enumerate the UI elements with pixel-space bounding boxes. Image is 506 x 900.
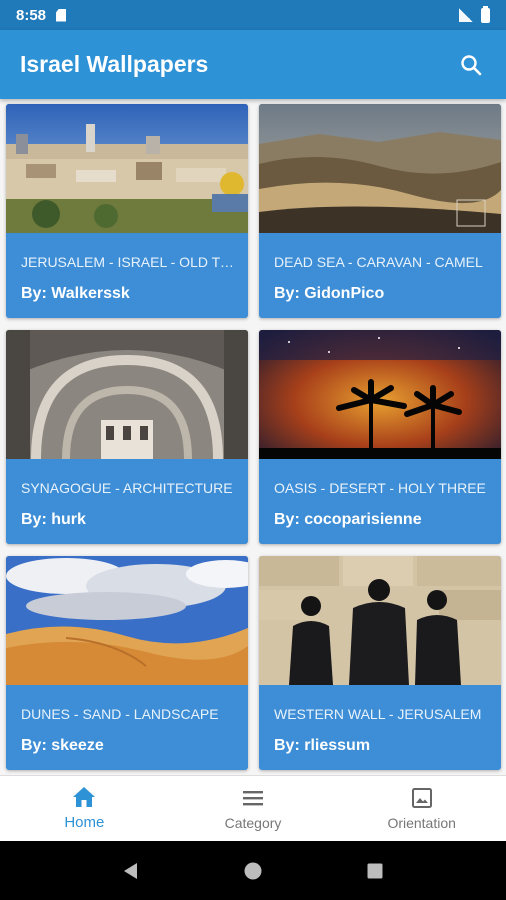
nav-item-orientation[interactable]: Orientation <box>337 776 506 841</box>
screen: 8:58 Israel Wallpapers JERUSALEM - ISRAE… <box>0 0 506 900</box>
card-author: By: skeeze <box>21 737 104 754</box>
wallpaper-grid[interactable]: JERUSALEM - ISRAEL - OLD TOWN By: Walker… <box>0 99 506 775</box>
card-author: By: Walkerssk <box>21 285 130 302</box>
wallpaper-image-dunes[interactable] <box>6 556 248 685</box>
card-author: By: hurk <box>21 511 86 528</box>
card-title: DEAD SEA - CARAVAN - CAMEL <box>274 254 483 270</box>
card-title: SYNAGOGUE - ARCHITECTURE <box>21 480 233 496</box>
nav-label: Category <box>224 814 282 831</box>
wallpaper-image-synagogue[interactable] <box>6 330 248 459</box>
wallpaper-image-dead-sea[interactable] <box>259 104 501 233</box>
home-icon <box>73 787 96 807</box>
nav-item-home[interactable]: Home <box>0 776 169 841</box>
card-title: WESTERN WALL - JERUSALEM <box>274 706 482 722</box>
menu-icon <box>243 790 263 805</box>
app-bar: Israel Wallpapers <box>0 30 506 99</box>
status-time: 8:58 <box>16 6 47 24</box>
status-icons <box>459 5 490 23</box>
wallpaper-image-western-wall[interactable] <box>259 556 501 685</box>
wallpaper-card-dunes[interactable]: DUNES - SAND - LANDSCAPE By: skeeze <box>6 556 248 770</box>
status-bar: 8:58 <box>0 0 506 30</box>
search-icon <box>461 54 482 75</box>
sd-card-icon <box>56 8 67 22</box>
card-author: By: GidonPico <box>274 285 385 302</box>
card-title: OASIS - DESERT - HOLY THREE <box>274 480 486 496</box>
wallpaper-card-jerusalem[interactable]: JERUSALEM - ISRAEL - OLD TOWN By: Walker… <box>6 104 248 318</box>
nav-label: Orientation <box>387 814 456 831</box>
nav-item-category[interactable]: Category <box>169 776 338 841</box>
system-navigation-bar <box>0 841 506 900</box>
image-icon <box>411 787 432 808</box>
wallpaper-image-oasis[interactable] <box>259 330 501 459</box>
bottom-navigation: Home Category Orientation <box>0 775 506 841</box>
wallpaper-card-oasis[interactable]: OASIS - DESERT - HOLY THREE By: cocopari… <box>259 330 501 544</box>
wallpaper-card-western-wall[interactable]: WESTERN WALL - JERUSALEM By: rliessum <box>259 556 501 770</box>
search-button[interactable] <box>456 50 486 80</box>
card-title: JERUSALEM - ISRAEL - OLD TOWN <box>21 254 236 270</box>
wallpaper-card-dead-sea[interactable]: DEAD SEA - CARAVAN - CAMEL By: GidonPico <box>259 104 501 318</box>
back-icon[interactable] <box>121 861 141 881</box>
card-author: By: cocoparisienne <box>274 511 422 528</box>
nav-label: Home <box>64 814 105 831</box>
card-title: DUNES - SAND - LANDSCAPE <box>21 706 219 722</box>
wallpaper-card-synagogue[interactable]: SYNAGOGUE - ARCHITECTURE By: hurk <box>6 330 248 544</box>
wallpaper-image-jerusalem[interactable] <box>6 104 248 233</box>
recents-icon[interactable] <box>365 861 385 881</box>
battery-icon <box>481 5 490 23</box>
home-circle-icon[interactable] <box>243 861 263 881</box>
signal-icon <box>459 8 473 22</box>
card-author: By: rliessum <box>274 737 371 754</box>
app-title: Israel Wallpapers <box>20 51 209 77</box>
